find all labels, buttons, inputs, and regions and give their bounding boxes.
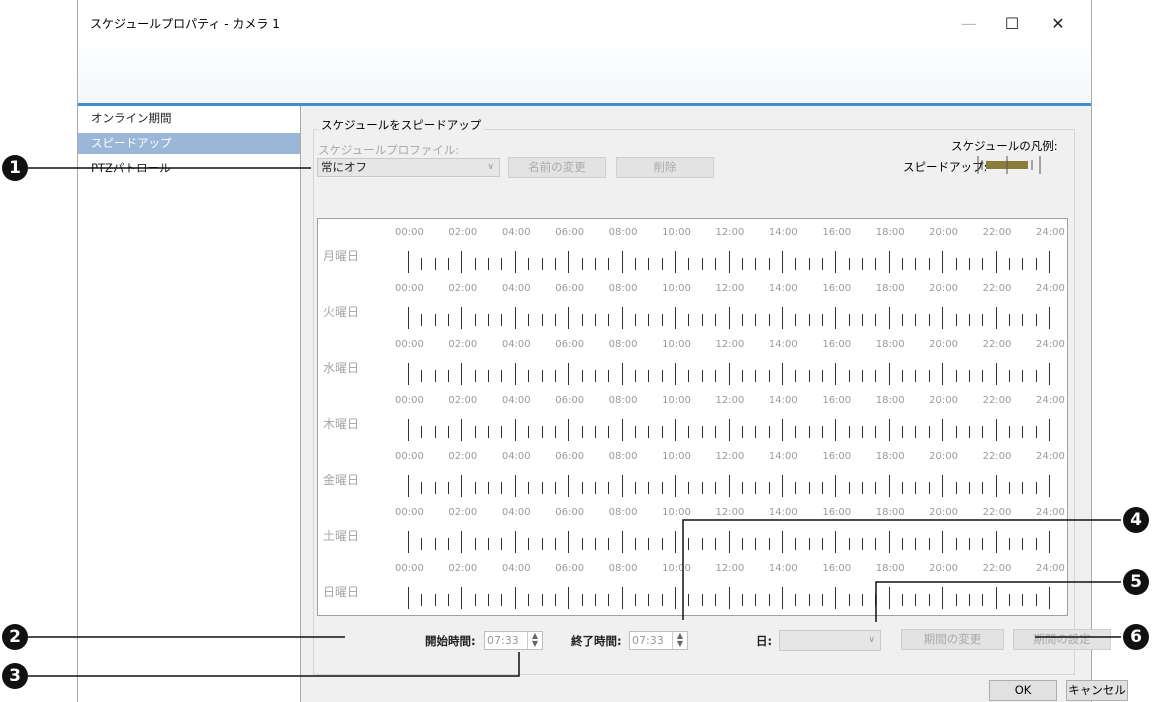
- callout-leaders: [28, 167, 1121, 677]
- callout-4-marker: 4: [1123, 507, 1149, 533]
- callout-1-marker: 1: [2, 155, 28, 181]
- callout-5-marker: 5: [1123, 569, 1149, 595]
- callout-6-marker: 6: [1123, 624, 1149, 650]
- callout-3-marker: 3: [2, 663, 28, 689]
- callout-2-marker: 2: [2, 624, 28, 650]
